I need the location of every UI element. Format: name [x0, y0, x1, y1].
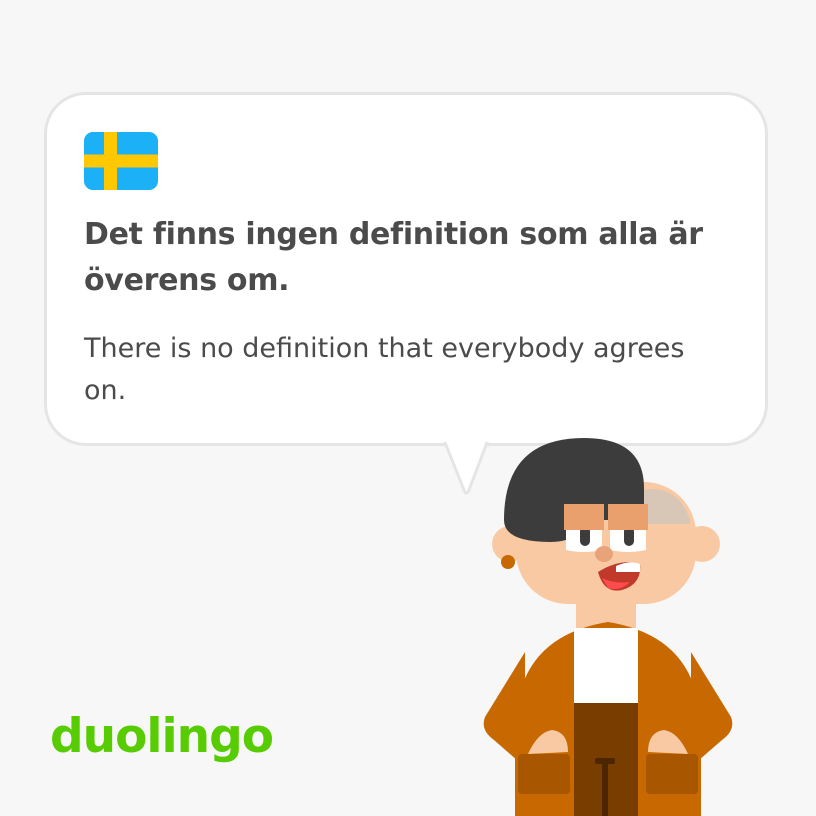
duolingo-logo: duolingo — [50, 709, 274, 764]
sweden-flag-icon — [84, 132, 158, 190]
character-illustration — [483, 438, 733, 816]
swedish-sentence: Det finns ingen definition som alla är ö… — [84, 217, 703, 298]
english-translation: There is no definition that everybody ag… — [84, 333, 685, 406]
